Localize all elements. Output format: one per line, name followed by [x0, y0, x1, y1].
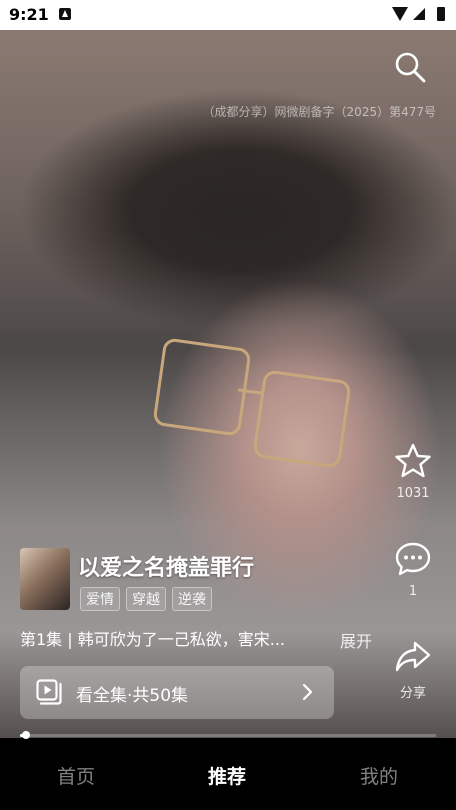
share-icon [395, 641, 431, 672]
signal-icon [413, 8, 425, 20]
search-button[interactable] [393, 50, 427, 84]
like-count: 1031 [396, 486, 430, 501]
drama-title[interactable]: 以爱之名掩盖罪行 [78, 550, 254, 582]
status-time: 9:21 [9, 5, 49, 24]
expand-button[interactable]: 展开 [340, 628, 372, 652]
notification-icon [59, 8, 71, 20]
episodes-play-icon [36, 679, 62, 705]
episode-description: 第1集 | 韩可欣为了一己私欲，害宋... [20, 630, 286, 649]
drama-tags: 爱情 穿越 逆袭 [80, 587, 212, 611]
video-frame-detail [252, 369, 352, 469]
drama-poster[interactable] [20, 548, 70, 610]
share-label: 分享 [399, 686, 426, 701]
wifi-icon [392, 7, 408, 21]
tag[interactable]: 逆袭 [172, 587, 212, 611]
tab-home[interactable]: 首页 [57, 762, 95, 789]
bottom-tab-bar: 首页 推荐 我的 [0, 740, 456, 810]
share-button[interactable]: 分享 [390, 638, 436, 701]
comment-icon [395, 542, 431, 576]
tag[interactable]: 爱情 [80, 587, 120, 611]
comment-count: 1 [408, 584, 418, 599]
comment-button[interactable]: 1 [390, 540, 436, 599]
star-icon [395, 443, 431, 478]
license-number: （成都分享）网微剧备字（2025）第477号 [202, 105, 436, 119]
chevron-right-icon [302, 683, 313, 701]
status-bar: 9:21 [0, 0, 456, 30]
tab-recommend[interactable]: 推荐 [208, 762, 246, 789]
tag[interactable]: 穿越 [126, 587, 166, 611]
battery-icon [437, 7, 445, 21]
search-icon [395, 52, 426, 83]
like-button[interactable]: 1031 [390, 442, 436, 501]
watch-all-label: 看全集·共50集 [76, 686, 189, 706]
watch-all-button[interactable]: 看全集·共50集 [20, 666, 334, 719]
tab-mine[interactable]: 我的 [360, 762, 398, 789]
video-frame-detail [152, 337, 252, 437]
video-progress-bar[interactable] [20, 731, 436, 739]
